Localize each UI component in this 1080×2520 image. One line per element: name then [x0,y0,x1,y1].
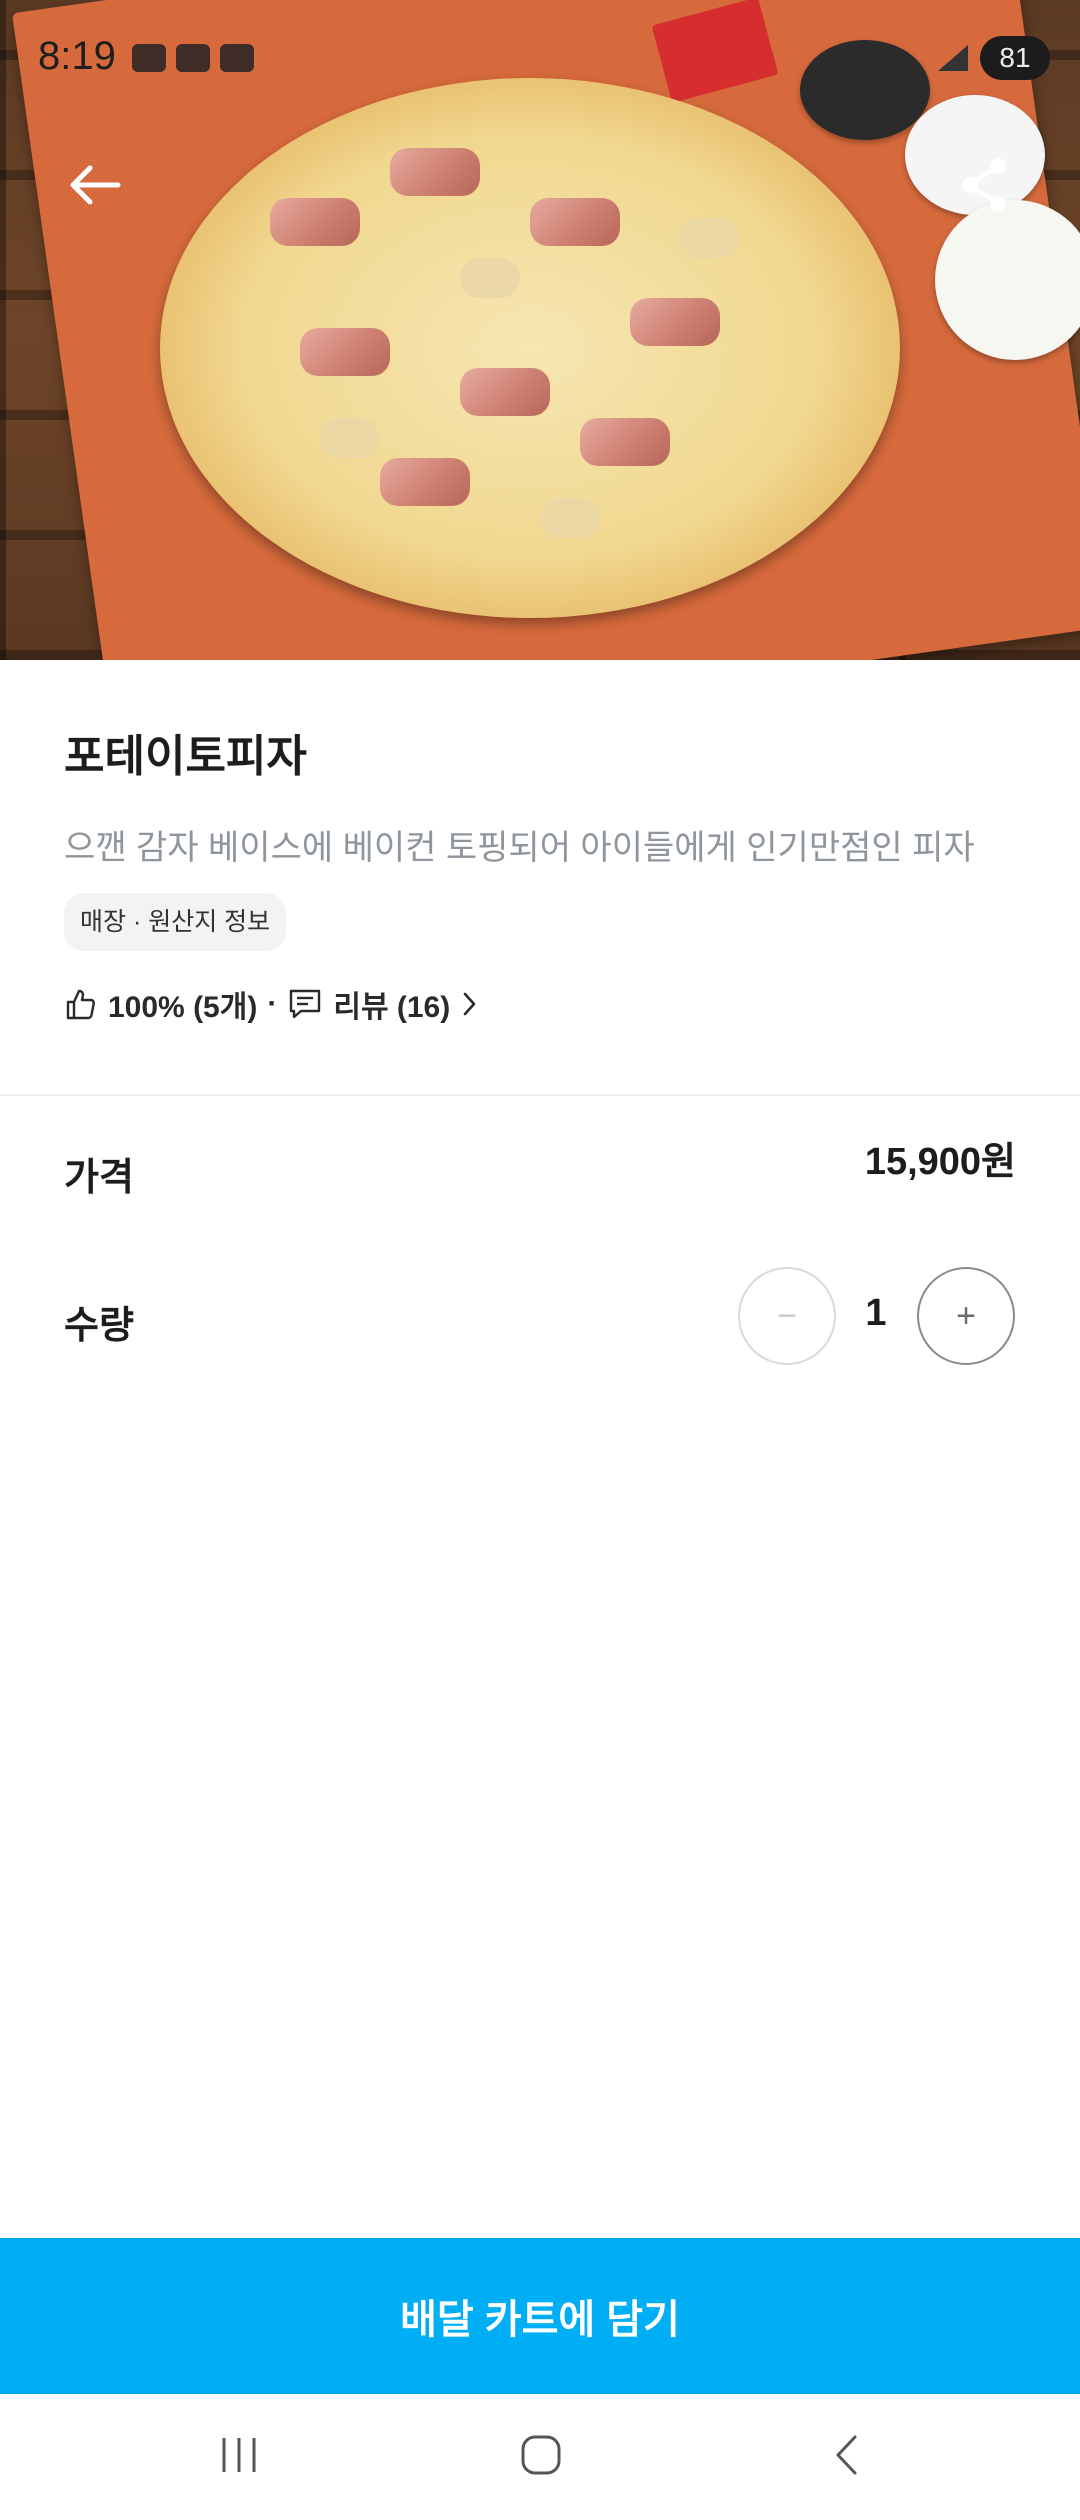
quantity-label: 수량 [64,1305,134,1347]
pizza-photo [160,78,900,618]
chat-notification-icon [132,44,166,72]
back-button[interactable] [60,150,130,220]
app-notification-icon [176,44,210,72]
back-chevron-icon[interactable] [825,2432,871,2478]
potato-topping [680,218,740,258]
separator-dot: · [267,987,278,1020]
voicemail-icon [220,44,254,72]
notification-icons [132,44,254,72]
share-icon [962,158,1006,212]
bacon-topping [380,458,470,506]
product-description: 으깬 감자 베이스에 베이컨 토핑되어 아이들에게 인기만점인 피자 [64,829,975,867]
potato-topping [320,418,380,458]
potato-topping [540,498,600,538]
arrow-left-icon [70,165,121,205]
quantity-value: 1 [865,1292,887,1334]
review-bubble-icon [290,989,321,1019]
bacon-topping [390,148,480,196]
potato-topping [460,258,520,298]
thumbs-up-icon [66,989,95,1020]
add-to-delivery-cart-button[interactable]: 배달 카트에 담기 [0,2238,1080,2394]
product-title: 포테이토피자 [64,732,307,781]
chevron-right-icon[interactable] [460,989,480,1019]
like-percentage: 100% (5개) [108,991,258,1024]
bacon-topping [580,418,670,466]
rating-review-row: 100% (5개) · 리뷰 (16) [64,982,480,1026]
battery-indicator: 81 [980,36,1050,80]
section-divider [0,1094,1080,1096]
system-status-icons: 81 [938,36,1050,80]
bacon-topping [530,198,620,246]
quantity-decrease-button[interactable]: − [738,1267,836,1365]
bacon-topping [460,368,550,416]
bacon-topping [630,298,720,346]
quantity-increase-button[interactable]: + [917,1267,1015,1365]
store-origin-info-chip[interactable]: 매장 · 원산지 정보 [64,893,287,951]
status-time: 8:19 [38,34,116,78]
review-link[interactable]: 리뷰 (16) [333,982,450,1026]
signal-icon [938,45,968,71]
bacon-topping [270,198,360,246]
bacon-topping [300,328,390,376]
share-button[interactable] [950,150,1020,220]
price-value: 15,900원 [864,1141,1016,1183]
price-label: 가격 [64,1157,134,1199]
home-icon[interactable] [518,2432,564,2478]
recent-apps-icon[interactable] [216,2432,262,2478]
status-bar: 8:19 81 [0,0,1080,120]
